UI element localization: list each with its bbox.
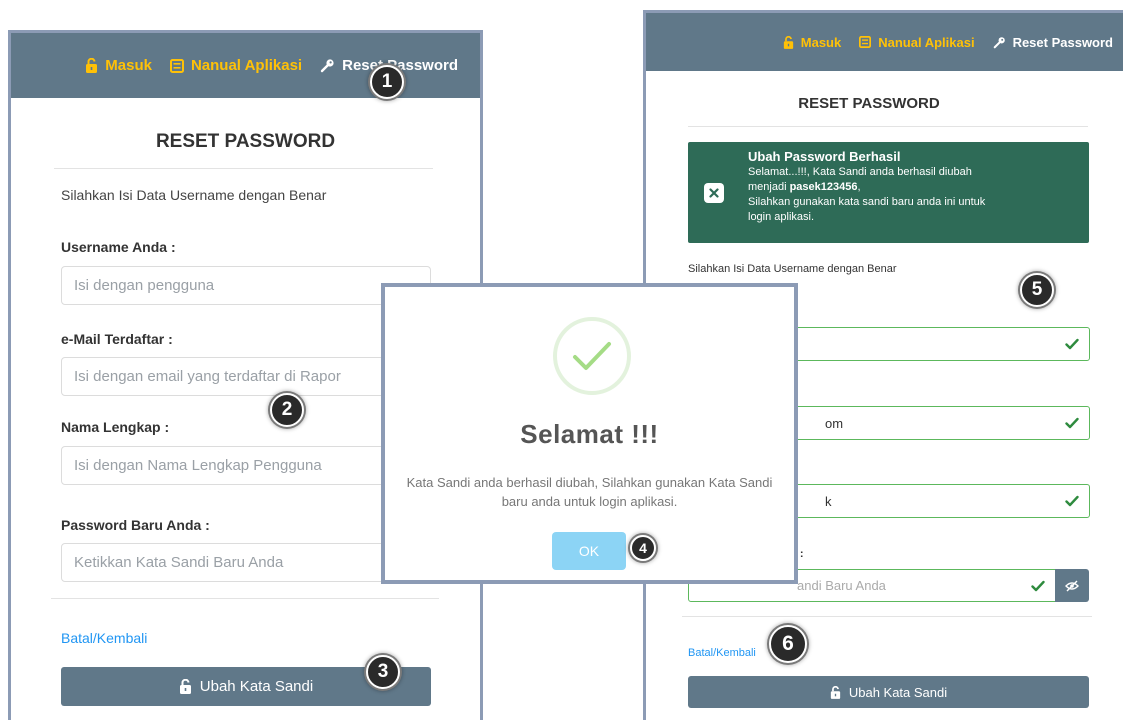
nav-login-link[interactable]: Masuk	[85, 57, 152, 74]
step-marker-2: 2	[270, 393, 304, 427]
page-title: RESET PASSWORD	[798, 95, 940, 112]
alert-prefix: menjadi	[748, 181, 790, 193]
alert-line-2: menjadi pasek123456,	[748, 180, 1078, 195]
eye-slash-icon	[1065, 580, 1079, 591]
unlock-icon	[830, 685, 840, 699]
fullname-input[interactable]: Isi dengan Nama Lengkap Pengguna	[61, 446, 431, 485]
check-icon	[1031, 580, 1045, 591]
key-icon	[320, 59, 334, 73]
check-icon	[1065, 338, 1079, 350]
email-value: om	[825, 415, 844, 431]
nav-manual-link[interactable]: Nanual Aplikasi	[169, 57, 303, 74]
unlock-icon	[86, 58, 98, 73]
check-icon	[1065, 495, 1079, 507]
change-password-label: Ubah Kata Sandi	[199, 678, 314, 695]
success-checkmark-icon	[553, 317, 631, 395]
ok-button[interactable]: OK	[552, 532, 626, 570]
dialog-title: Selamat !!!	[520, 419, 659, 449]
cancel-link[interactable]: Batal/Kembali	[61, 630, 147, 646]
alert-suffix: ,	[857, 181, 861, 193]
email-input[interactable]: Isi dengan email yang terdaftar di Rapor	[61, 357, 431, 396]
alert-line-3: Silahkan gunakan kata sandi baru anda in…	[748, 196, 986, 208]
dialog-message: Kata Sandi anda berhasil diubah, Silahka…	[406, 475, 773, 509]
fullname-label: Nama Lengkap :	[61, 419, 170, 435]
new-password-placeholder: andi Baru Anda	[797, 578, 886, 593]
alert-line-1: Selamat...!!!, Kata Sandi anda berhasil …	[748, 166, 972, 178]
nav-login-label: Masuk	[105, 57, 152, 74]
book-icon	[169, 58, 184, 73]
email-label: e-Mail Terdaftar :	[61, 331, 173, 347]
left-top-nav: Masuk Nanual Aplikasi Reset Password	[11, 33, 480, 98]
title-divider	[688, 126, 1088, 127]
toggle-password-visibility-button[interactable]	[1055, 569, 1089, 602]
step-marker-3: 3	[366, 655, 400, 689]
step-marker-1: 1	[370, 65, 404, 99]
nav-login-link[interactable]: Masuk	[783, 35, 841, 50]
step-marker-6: 6	[769, 625, 807, 663]
nav-manual-label: Nanual Aplikasi	[190, 57, 303, 74]
step-marker-4: 4	[630, 535, 656, 561]
cancel-link[interactable]: Batal/Kembali	[688, 647, 756, 659]
check-icon	[1065, 417, 1079, 429]
success-dialog: Selamat !!! Kata Sandi anda berhasil diu…	[381, 283, 798, 584]
change-password-label: Ubah Kata Sandi	[848, 684, 948, 700]
unlock-icon	[783, 35, 793, 49]
unlock-icon	[179, 679, 191, 694]
new-password-input[interactable]: Ketikkan Kata Sandi Baru Anda	[61, 543, 431, 582]
username-input[interactable]: Isi dengan pengguna	[61, 266, 431, 305]
close-icon[interactable]	[704, 183, 724, 203]
instruction-text: Silahkan Isi Data Username dengan Benar	[61, 187, 327, 203]
success-alert: Ubah Password Berhasil Selamat...!!!, Ka…	[688, 142, 1089, 243]
change-password-button[interactable]: Ubah Kata Sandi	[688, 676, 1089, 708]
nav-reset-label: Reset Password	[1012, 34, 1113, 50]
alert-title: Ubah Password Berhasil	[748, 149, 901, 164]
book-icon	[859, 36, 872, 48]
nav-manual-label: Nanual Aplikasi	[878, 34, 975, 50]
title-divider	[54, 168, 433, 169]
username-label: Username Anda :	[61, 239, 176, 255]
form-divider	[51, 598, 439, 599]
key-icon	[993, 36, 1005, 48]
nav-login-label: Masuk	[800, 34, 842, 50]
fullname-value: k	[825, 493, 832, 509]
new-password-value: pasek123456	[789, 181, 858, 193]
alert-line-4: login aplikasi.	[748, 211, 815, 223]
instruction-text: Silahkan Isi Data Username dengan Benar	[688, 263, 897, 275]
step-marker-5: 5	[1020, 273, 1054, 307]
right-top-nav: Masuk Nanual Aplikasi Reset Password	[646, 13, 1123, 71]
new-password-label: Password Baru Anda :	[61, 517, 210, 533]
nav-reset-link[interactable]: Reset Password	[993, 35, 1113, 50]
form-divider	[682, 616, 1092, 617]
nav-manual-link[interactable]: Nanual Aplikasi	[859, 34, 975, 50]
page-title: RESET PASSWORD	[155, 131, 336, 152]
